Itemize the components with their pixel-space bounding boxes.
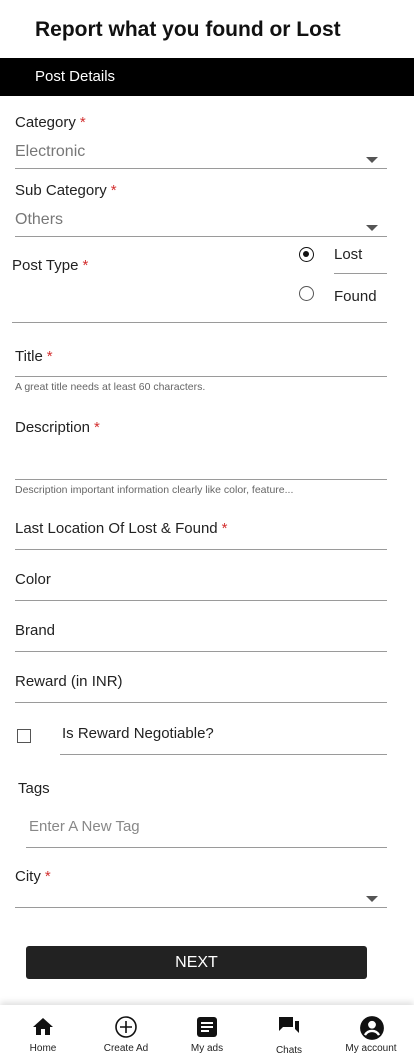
section-header: Post Details	[0, 58, 414, 96]
nav-label-home: Home	[29, 1043, 57, 1054]
nav-label-create-ad: Create Ad	[103, 1043, 149, 1054]
article-icon	[197, 1017, 217, 1037]
last-location-underline	[15, 549, 387, 550]
city-select-value[interactable]	[15, 888, 355, 906]
title-helper-text: A great title needs at least 60 characte…	[15, 381, 206, 393]
required-mark: *	[94, 419, 100, 436]
reward-underline	[15, 702, 387, 703]
sub-category-underline	[15, 236, 387, 237]
section-title: Post Details	[35, 68, 116, 85]
brand-field[interactable]: Brand	[15, 622, 55, 639]
last-location-label[interactable]: Last Location Of Lost & Found *	[15, 520, 227, 537]
required-mark: *	[79, 114, 86, 131]
tag-input-underline	[26, 847, 387, 848]
radio-found[interactable]	[299, 286, 314, 301]
description-label-text: Description	[15, 419, 91, 436]
tags-label: Tags	[18, 780, 50, 797]
required-mark: *	[44, 868, 51, 885]
brand-underline	[15, 651, 387, 652]
nav-label-my-account: My account	[345, 1043, 397, 1054]
nav-label-chats: Chats	[275, 1045, 303, 1056]
page-title: Report what you found or Lost	[35, 18, 341, 41]
sub-category-label: Sub Category *	[15, 182, 117, 199]
lost-underline	[334, 273, 387, 274]
post-type-underline	[12, 322, 387, 323]
city-label-text: City	[15, 868, 41, 885]
bottom-navigation: Home Create Ad My ads Chats My account	[0, 1005, 414, 1062]
required-mark: *	[82, 257, 89, 274]
nav-label-my-ads: My ads	[190, 1043, 224, 1054]
color-underline	[15, 600, 387, 601]
post-type-label-text: Post Type	[12, 257, 79, 274]
reward-negotiable-label[interactable]: Is Reward Negotiable?	[62, 725, 214, 742]
reward-field[interactable]: Reward (in INR)	[15, 673, 123, 690]
chevron-down-icon[interactable]	[366, 157, 378, 163]
next-button[interactable]: NEXT	[26, 946, 367, 979]
nav-item-home[interactable]: Home	[2, 1005, 84, 1062]
reward-negotiable-underline	[60, 754, 387, 755]
chats-icon	[279, 1017, 299, 1033]
tag-input[interactable]: Enter A New Tag	[29, 818, 140, 835]
radio-lost[interactable]	[299, 247, 314, 262]
reward-negotiable-checkbox[interactable]	[17, 729, 31, 743]
city-underline	[15, 907, 387, 908]
title-label[interactable]: Title *	[15, 348, 53, 365]
nav-item-my-ads[interactable]: My ads	[166, 1005, 248, 1062]
required-mark: *	[221, 520, 228, 537]
title-underline	[15, 376, 387, 377]
color-field[interactable]: Color	[15, 571, 51, 588]
radio-lost-label[interactable]: Lost	[334, 246, 362, 263]
required-mark: *	[110, 182, 117, 199]
chevron-down-icon[interactable]	[366, 225, 378, 231]
nav-item-chats[interactable]: Chats	[248, 1005, 330, 1062]
post-type-label: Post Type *	[12, 257, 88, 274]
plus-circle-icon	[115, 1016, 137, 1038]
nav-item-my-account[interactable]: My account	[330, 1005, 412, 1062]
nav-item-create-ad[interactable]: Create Ad	[85, 1005, 167, 1062]
sub-category-select-value[interactable]: Others	[15, 211, 63, 229]
home-icon	[33, 1018, 53, 1035]
radio-found-label[interactable]: Found	[334, 288, 377, 305]
category-label: Category *	[15, 114, 86, 131]
title-label-text: Title	[15, 348, 43, 365]
description-label[interactable]: Description *	[15, 419, 100, 436]
sub-category-label-text: Sub Category	[15, 182, 107, 199]
city-label: City *	[15, 868, 51, 885]
required-mark: *	[46, 348, 53, 365]
category-select-value[interactable]: Electronic	[15, 143, 85, 161]
account-circle-icon	[360, 1016, 384, 1040]
category-underline	[15, 168, 387, 169]
chevron-down-icon[interactable]	[366, 896, 378, 902]
category-label-text: Category	[15, 114, 76, 131]
description-helper-text: Description important information clearl…	[15, 484, 294, 496]
description-underline	[15, 479, 387, 480]
last-location-label-text: Last Location Of Lost & Found	[15, 520, 218, 537]
